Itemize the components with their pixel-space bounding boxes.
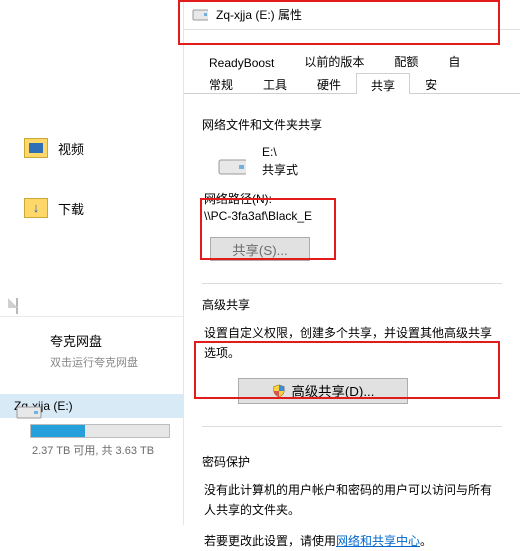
tab-security[interactable]: 安 xyxy=(410,72,452,93)
share-target-row: E:\ 共享式 xyxy=(218,143,502,180)
tab-tools[interactable]: 工具 xyxy=(248,72,302,93)
hard-drive-icon xyxy=(192,9,208,21)
videos-folder-icon xyxy=(24,136,48,160)
share-state: 共享式 xyxy=(262,161,298,178)
network-path-value: \\PC-3fa3af\Black_E xyxy=(204,209,502,223)
sharing-panel: 网络文件和文件夹共享 E:\ 共享式 网络路径(N): \\PC-3fa3af\… xyxy=(184,94,520,551)
share-button[interactable]: 共享(S)... xyxy=(210,237,310,261)
network-sharing-center-link[interactable]: 网络和共享中心 xyxy=(336,534,420,548)
tab-customize[interactable]: 自 xyxy=(433,49,475,70)
dialog-title: Zq-xjja (E:) 属性 xyxy=(216,6,302,23)
tab-general[interactable]: 常规 xyxy=(194,72,248,93)
sidebar-item-videos[interactable]: 视频 xyxy=(0,130,183,166)
password-desc-1: 没有此计算机的用户帐户和密码的用户可以访问与所有人共享的文件夹。 xyxy=(204,480,502,521)
sidebar-label: 下载 xyxy=(58,199,84,218)
section-advanced-share: 高级共享 xyxy=(202,296,502,313)
advanced-share-button-label: 高级共享(D)... xyxy=(292,381,375,400)
tab-hardware[interactable]: 硬件 xyxy=(302,72,356,93)
hard-drive-icon xyxy=(218,155,246,175)
pwd-desc-2b: 。 xyxy=(420,534,432,548)
tab-previous-versions[interactable]: 以前的版本 xyxy=(289,49,379,70)
hard-drive-icon xyxy=(16,404,42,420)
drive-capacity: 2.37 TB 可用, 共 3.63 TB xyxy=(0,424,183,458)
sidebar-label: 视频 xyxy=(58,139,84,158)
explorer-sidebar: 视频 下载 夸克网盘 双击运行夸克网盘 Zq-xjja (E:) 2.37 TB… xyxy=(0,0,184,525)
tab-row-1: ReadyBoost 以前的版本 配额 自 xyxy=(184,48,520,70)
drive-usage-bar xyxy=(30,424,170,438)
dialog-titlebar: Zq-xjja (E:) 属性 xyxy=(184,0,520,30)
password-desc-2: 若要更改此设置，请使用网络和共享中心。 xyxy=(204,531,502,551)
document-icon xyxy=(16,299,40,323)
tab-quota[interactable]: 配额 xyxy=(379,49,433,70)
section-password-protect: 密码保护 xyxy=(202,453,502,470)
quark-subtitle: 双击运行夸克网盘 xyxy=(50,354,183,370)
tab-sharing[interactable]: 共享 xyxy=(356,73,410,94)
downloads-folder-icon xyxy=(24,196,48,220)
tab-readyboost[interactable]: ReadyBoost xyxy=(194,52,289,70)
quark-title: 夸克网盘 xyxy=(50,331,183,350)
section-network-share: 网络文件和文件夹共享 xyxy=(202,116,502,133)
uac-shield-icon xyxy=(272,384,286,398)
share-path: E:\ xyxy=(262,145,298,159)
advanced-share-button[interactable]: 高级共享(D)... xyxy=(238,378,408,404)
sidebar-item-quark[interactable]: 夸克网盘 双击运行夸克网盘 xyxy=(0,316,183,370)
tab-row-2: 常规 工具 硬件 共享 安 xyxy=(184,72,520,94)
sidebar-item-downloads[interactable]: 下载 xyxy=(0,190,183,226)
advanced-share-desc: 设置自定义权限，创建多个共享，并设置其他高级共享选项。 xyxy=(204,323,502,364)
pwd-desc-2a: 若要更改此设置，请使用 xyxy=(204,534,336,548)
drive-usage-text: 2.37 TB 可用, 共 3.63 TB xyxy=(32,442,183,458)
properties-dialog: Zq-xjja (E:) 属性 ReadyBoost 以前的版本 配额 自 常规… xyxy=(184,0,520,525)
network-path-label: 网络路径(N): xyxy=(204,190,502,207)
